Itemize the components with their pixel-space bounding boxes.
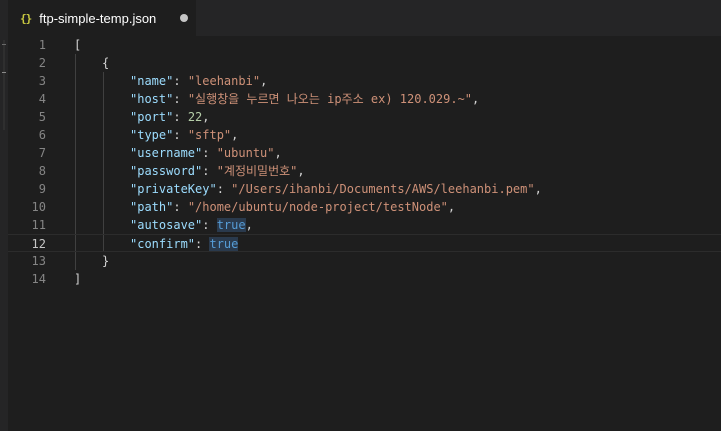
json-file-icon: {} xyxy=(20,11,32,25)
colon-token: : xyxy=(173,110,188,124)
colon-token: : xyxy=(195,237,210,251)
scroll-track xyxy=(3,40,5,130)
tab-ftp-simple-temp[interactable]: {} ftp-simple-temp.json xyxy=(8,0,196,36)
line-number: 4 xyxy=(38,92,46,106)
code-text: "path": "/home/ubuntu/node-project/testN… xyxy=(130,198,455,216)
edge-marker xyxy=(2,72,6,73)
line-number: 10 xyxy=(31,200,46,214)
json-key-token: "username" xyxy=(130,146,203,160)
colon-token: : xyxy=(216,182,232,196)
json-key-token: "password" xyxy=(130,164,203,178)
code-line[interactable]: 9 "privateKey": "/Users/ihanbi/Documents/… xyxy=(8,180,721,198)
code-text: "name": "leehanbi", xyxy=(130,72,267,90)
colon-token: : xyxy=(202,218,217,232)
unsaved-dot-icon[interactable] xyxy=(180,14,188,22)
comma-token: , xyxy=(297,164,305,178)
code-text: "type": "sftp", xyxy=(130,126,238,144)
code-line[interactable]: 12 "confirm": true xyxy=(8,234,721,252)
code-line[interactable]: 2{ xyxy=(8,54,721,72)
colon-token: : xyxy=(202,164,217,178)
code-line[interactable]: 7 "username": "ubuntu", xyxy=(8,144,721,162)
line-number: 5 xyxy=(38,110,46,124)
code-text: } xyxy=(102,252,109,270)
code-text: { xyxy=(102,54,109,72)
code-line[interactable]: 10 "path": "/home/ubuntu/node-project/tes… xyxy=(8,198,721,216)
code-line[interactable]: 8 "password": "계정비밀번호", xyxy=(8,162,721,180)
line-number: 9 xyxy=(38,182,46,196)
code-text: "confirm": true xyxy=(130,235,239,253)
colon-token: : xyxy=(173,74,188,88)
comma-token: , xyxy=(472,92,480,106)
bracket-token: { xyxy=(102,56,110,70)
code-text: "privateKey": "/Users/ihanbi/Documents/A… xyxy=(130,180,542,198)
comma-token: , xyxy=(447,200,456,214)
json-value-token: true xyxy=(216,218,246,232)
colon-token: : xyxy=(173,200,188,214)
code-editor[interactable]: 1[2{3 "name": "leehanbi", 4 "host": "실행창을 누… xyxy=(8,36,721,431)
code-line[interactable]: 4 "host": "실행창을 누르면 나오는 ip주소 ex) 120.029.… xyxy=(8,90,721,108)
json-key-token: "confirm" xyxy=(130,237,196,251)
line-number: 11 xyxy=(31,218,46,232)
code-text: "host": "실행창을 누르면 나오는 ip주소 ex) 120.029.~… xyxy=(130,90,479,108)
json-value-token: "sftp" xyxy=(187,128,232,142)
comma-token: , xyxy=(202,110,210,124)
json-key-token: "path" xyxy=(130,200,174,214)
colon-token: : xyxy=(202,146,217,160)
code-line[interactable]: 3 "name": "leehanbi", xyxy=(8,72,721,90)
comma-token: , xyxy=(245,218,253,232)
line-number: 3 xyxy=(38,74,46,88)
code-line[interactable]: 11 "autosave": true, xyxy=(8,216,721,234)
bracket-token: ] xyxy=(74,272,82,286)
line-number: 2 xyxy=(38,56,46,70)
colon-token: : xyxy=(173,128,188,142)
line-number: 6 xyxy=(38,128,46,142)
json-key-token: "name" xyxy=(130,74,174,88)
code-line[interactable]: 14] xyxy=(8,270,721,288)
json-value-token: "실행창을 누르면 나오는 ip주소 ex) 120.029.~" xyxy=(187,92,473,106)
json-value-token: "leehanbi" xyxy=(187,74,261,88)
line-number: 12 xyxy=(31,237,46,251)
json-key-token: "host" xyxy=(130,92,174,106)
code-text: [ xyxy=(74,36,81,54)
json-value-token: "ubuntu" xyxy=(216,146,275,160)
code-line[interactable]: 13} xyxy=(8,252,721,270)
json-value-token: "/Users/ihanbi/Documents/AWS/leehanbi.pe… xyxy=(231,182,535,196)
json-value-token: 22 xyxy=(187,110,203,124)
json-key-token: "privateKey" xyxy=(130,182,217,196)
comma-token: , xyxy=(534,182,542,196)
activity-bar-edge xyxy=(0,0,8,431)
line-number: 7 xyxy=(38,146,46,160)
json-value-token: "/home/ubuntu/node-project/testNode" xyxy=(187,200,448,214)
json-key-token: "type" xyxy=(130,128,174,142)
comma-token: , xyxy=(231,128,239,142)
line-number: 13 xyxy=(31,254,46,268)
bracket-token: [ xyxy=(74,38,82,52)
json-key-token: "port" xyxy=(130,110,174,124)
code-text: "port": 22, xyxy=(130,108,210,126)
json-value-token: "계정비밀번호" xyxy=(216,164,298,178)
code-text: ] xyxy=(74,270,81,288)
code-line[interactable]: 5 "port": 22, xyxy=(8,108,721,126)
line-number: 14 xyxy=(31,272,46,286)
json-value-token: true xyxy=(209,237,239,251)
line-number: 1 xyxy=(38,38,46,52)
code-text: "password": "계정비밀번호", xyxy=(130,162,305,180)
colon-token: : xyxy=(173,92,188,106)
code-text: "username": "ubuntu", xyxy=(130,144,282,162)
line-number: 8 xyxy=(38,164,46,178)
tab-filename: ftp-simple-temp.json xyxy=(39,10,157,26)
edge-marker xyxy=(2,44,6,45)
comma-token: , xyxy=(274,146,282,160)
code-line[interactable]: 6 "type": "sftp", xyxy=(8,126,721,144)
code-line[interactable]: 1[ xyxy=(8,36,721,54)
tab-bar: {} ftp-simple-temp.json xyxy=(8,0,721,36)
json-key-token: "autosave" xyxy=(130,218,203,232)
comma-token: , xyxy=(260,74,268,88)
code-text: "autosave": true, xyxy=(130,216,253,234)
bracket-token: } xyxy=(102,254,110,268)
